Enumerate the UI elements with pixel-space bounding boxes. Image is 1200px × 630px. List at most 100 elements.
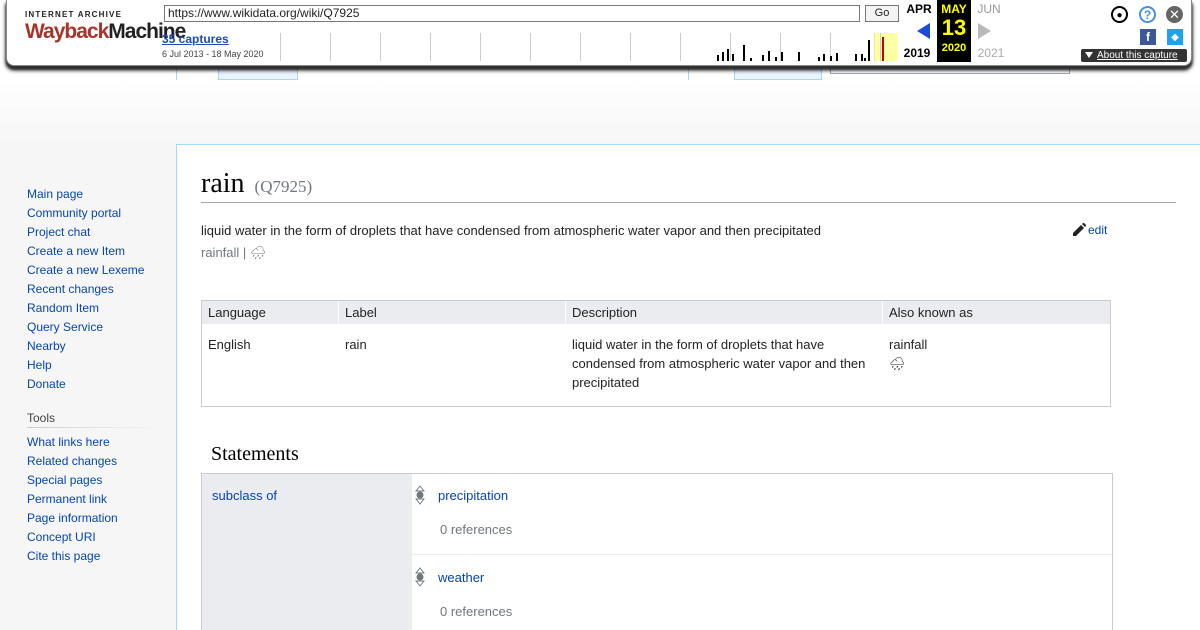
current-month: MAY xyxy=(941,2,967,16)
header-description: Description xyxy=(566,301,883,324)
twitter-icon[interactable]: ◆ xyxy=(1167,29,1183,45)
sparkline-bar xyxy=(868,40,870,61)
wayback-logo[interactable]: INTERNET ARCHIVE WaybackMachine xyxy=(25,10,186,50)
sidebar-tool-what-links-here[interactable]: What links here xyxy=(27,435,110,449)
sparkline-bar xyxy=(836,53,838,61)
prev-month-label[interactable]: APR xyxy=(903,2,935,16)
sidebar-item-create-a-new-item[interactable]: Create a new Item xyxy=(27,244,125,258)
item-description: liquid water in the form of droplets tha… xyxy=(201,223,822,238)
capture-date-range: 6 Jul 2013 - 18 May 2020 xyxy=(162,49,264,59)
current-day: 13 xyxy=(941,15,967,40)
sparkline-year-divider xyxy=(630,33,631,61)
sidebar-tool-related-changes[interactable]: Related changes xyxy=(27,454,117,468)
sidebar-item-main-page[interactable]: Main page xyxy=(27,187,83,201)
sparkline-bar xyxy=(722,52,724,61)
sparkline-current-capture xyxy=(882,37,884,61)
sidebar-tool-special-pages[interactable]: Special pages xyxy=(27,473,102,487)
sidebar-tool-cite-this-page[interactable]: Cite this page xyxy=(27,549,100,563)
sparkline-bar xyxy=(717,55,719,61)
sidebar-item-nearby[interactable]: Nearby xyxy=(27,339,66,353)
sparkline-bar xyxy=(855,54,857,61)
rank-normal-icon[interactable] xyxy=(415,567,425,587)
references-toggle[interactable]: 0 references xyxy=(440,604,512,619)
sidebar-item-recent-changes[interactable]: Recent changes xyxy=(27,282,114,296)
terms-table-header: Language Label Description Also known as xyxy=(202,301,1110,324)
references-toggle[interactable]: 0 references xyxy=(440,522,512,537)
sidebar-item-donate[interactable]: Donate xyxy=(27,377,66,391)
item-id: (Q7925) xyxy=(254,177,313,196)
wayback-url-input[interactable]: https://www.wikidata.org/wiki/Q7925 xyxy=(164,5,860,22)
prev-capture-arrow-icon[interactable] xyxy=(917,23,930,39)
user-icon[interactable]: ● xyxy=(1111,6,1128,23)
sparkline-year-divider xyxy=(680,33,681,61)
sparkline-bar xyxy=(762,55,764,61)
alias-item: 🌧 xyxy=(889,356,906,371)
sparkline-year-divider xyxy=(280,33,281,61)
sparkline-year-divider xyxy=(580,33,581,61)
statement-group: subclass of precipitation 0 references w… xyxy=(201,473,1113,630)
sparkline-year-divider xyxy=(430,33,431,61)
sparkline-year-divider xyxy=(880,33,881,61)
header-also-known-as: Also known as xyxy=(889,305,973,320)
sidebar-item-help[interactable]: Help xyxy=(27,358,52,372)
alias-item: rainfall xyxy=(889,337,928,352)
sidebar-item-community-portal[interactable]: Community portal xyxy=(27,206,121,220)
sparkline-bar xyxy=(781,52,783,61)
pencil-icon xyxy=(1073,223,1086,236)
edit-button[interactable]: edit xyxy=(1072,223,1107,237)
sparkline-bar xyxy=(798,52,800,61)
sparkline-year-divider xyxy=(480,33,481,61)
statement-property-subclass-of[interactable]: subclass of xyxy=(202,474,412,630)
sidebar-item-query-service[interactable]: Query Service xyxy=(27,320,103,334)
statement-row: precipitation 0 references xyxy=(412,474,1112,555)
go-button[interactable]: Go xyxy=(865,5,899,22)
sparkline-year-divider xyxy=(330,33,331,61)
cell-description: liquid water in the form of droplets tha… xyxy=(572,337,866,390)
cell-aliases: rainfall 🌧 xyxy=(883,335,1110,373)
sparkline-bar xyxy=(775,57,777,61)
facebook-icon[interactable]: f xyxy=(1140,29,1156,45)
cell-label: rain xyxy=(345,337,367,352)
main-content: rain (Q7925) liquid water in the form of … xyxy=(176,144,1200,630)
header-language: Language xyxy=(202,301,339,324)
about-capture-button[interactable]: About this capture xyxy=(1081,49,1187,62)
sparkline-bar xyxy=(818,57,820,61)
sparkline-current-year xyxy=(874,33,898,61)
sidebar-divider xyxy=(27,427,157,428)
sparkline-bar xyxy=(727,49,729,61)
captures-link[interactable]: 35 captures xyxy=(162,32,229,46)
sidebar-tool-permanent-link[interactable]: Permanent link xyxy=(27,492,107,506)
statement-value-link[interactable]: weather xyxy=(438,570,484,585)
sparkline-bar xyxy=(830,56,832,61)
sparkline-bar xyxy=(823,54,825,61)
next-capture-arrow-icon xyxy=(978,23,991,39)
terms-table: Language Label Description Also known as… xyxy=(201,300,1111,407)
sparkline-year-divider xyxy=(380,33,381,61)
edit-label: edit xyxy=(1088,223,1108,237)
capture-sparkline[interactable] xyxy=(272,33,902,61)
statement-row: weather 0 references xyxy=(412,556,1112,630)
sparkline-year-divider xyxy=(530,33,531,61)
sparkline-bar xyxy=(750,58,752,61)
sparkline-bar xyxy=(732,54,734,61)
internet-archive-label: INTERNET ARCHIVE xyxy=(25,10,123,19)
sidebar-item-random-item[interactable]: Random Item xyxy=(27,301,99,315)
triangle-down-icon xyxy=(1085,52,1093,58)
sidebar-item-create-a-new-lexeme[interactable]: Create a new Lexeme xyxy=(27,263,144,277)
sparkline-bar xyxy=(864,58,866,61)
next-month-label: JUN xyxy=(977,2,1001,16)
wayback-toolbar: INTERNET ARCHIVE WaybackMachine https://… xyxy=(6,0,1192,66)
rank-normal-icon[interactable] xyxy=(415,485,425,505)
statement-value-link[interactable]: precipitation xyxy=(438,488,508,503)
page-heading: rain (Q7925) xyxy=(201,168,1176,203)
page-title: rain xyxy=(201,168,245,199)
sidebar-tool-page-information[interactable]: Page information xyxy=(27,511,118,525)
prev-year-label[interactable]: 2019 xyxy=(900,46,934,60)
wayback-machine-wordmark: WaybackMachine xyxy=(25,20,186,43)
sidebar-tool-concept-uri[interactable]: Concept URI xyxy=(27,530,96,544)
sparkline-year-divider xyxy=(730,33,731,61)
close-icon[interactable]: ✕ xyxy=(1166,6,1183,23)
current-capture-date: MAY 13 2020 xyxy=(937,0,971,62)
sidebar-item-project-chat[interactable]: Project chat xyxy=(27,225,90,239)
help-icon[interactable]: ? xyxy=(1139,6,1156,23)
